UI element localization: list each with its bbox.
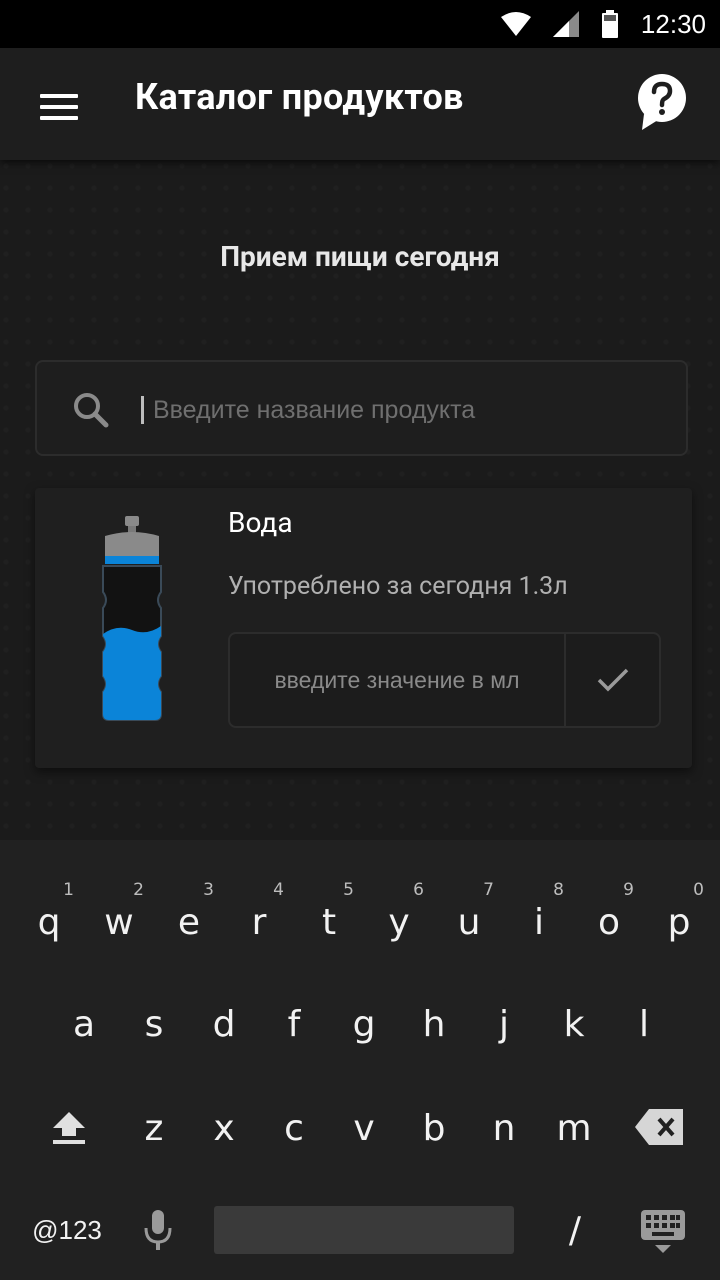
key-w[interactable]: 2w: [84, 840, 154, 943]
page-title: Каталог продуктов: [135, 76, 464, 118]
microphone-key[interactable]: [138, 1206, 178, 1254]
confirm-button[interactable]: [564, 634, 659, 726]
key-i[interactable]: 8i: [504, 840, 574, 943]
symbols-key[interactable]: @123: [24, 1206, 110, 1254]
slash-key[interactable]: /: [550, 1206, 600, 1254]
backspace-icon: [635, 1109, 683, 1145]
key-h[interactable]: h: [399, 1000, 469, 1100]
key-x[interactable]: x: [189, 1104, 259, 1204]
section-title: Прием пищи сегодня: [220, 240, 500, 273]
cell-signal-icon: [552, 11, 579, 37]
content-area: Прием пищи сегодня Вода Употреблено за с…: [0, 160, 720, 840]
key-v[interactable]: v: [329, 1104, 399, 1204]
product-card: Вода Употреблено за сегодня 1.3л: [35, 488, 692, 768]
help-icon[interactable]: [636, 74, 688, 130]
battery-icon: [601, 10, 618, 38]
key-c[interactable]: c: [259, 1104, 329, 1204]
menu-icon[interactable]: [40, 94, 78, 120]
water-bottle-icon: [102, 516, 162, 721]
search-box[interactable]: [35, 360, 688, 456]
product-name: Вода: [228, 506, 293, 539]
key-r[interactable]: 4r: [224, 840, 294, 943]
search-icon: [74, 393, 109, 428]
key-z[interactable]: z: [119, 1104, 189, 1204]
key-g[interactable]: g: [329, 1000, 399, 1100]
key-u[interactable]: 7u: [434, 840, 504, 943]
amount-input[interactable]: [230, 634, 564, 726]
shift-key[interactable]: [34, 1102, 104, 1152]
microphone-icon: [144, 1210, 172, 1250]
key-n[interactable]: n: [469, 1104, 539, 1204]
key-k[interactable]: k: [539, 1000, 609, 1100]
keyboard: 1q 2w 3e 4r 5t 6y 7u 8i 9o 0p a s d f g …: [0, 840, 720, 1280]
key-d[interactable]: d: [189, 1000, 259, 1100]
key-s[interactable]: s: [119, 1000, 189, 1100]
wifi-icon: [500, 12, 531, 36]
status-time: 12:30: [640, 8, 706, 39]
app-bar: Каталог продуктов: [0, 48, 720, 160]
key-t[interactable]: 5t: [294, 840, 364, 943]
space-key[interactable]: [214, 1206, 514, 1254]
key-j[interactable]: j: [469, 1000, 539, 1100]
backspace-key[interactable]: [630, 1104, 690, 1150]
key-l[interactable]: l: [609, 1000, 679, 1100]
keyboard-hide-icon: [641, 1210, 685, 1253]
text-cursor: [141, 396, 144, 424]
consumed-today-text: Употреблено за сегодня 1.3л: [228, 572, 568, 601]
checkmark-icon: [597, 668, 628, 692]
key-p[interactable]: 0p: [644, 840, 714, 943]
key-q[interactable]: 1q: [14, 840, 84, 943]
status-bar: 12:30: [0, 0, 720, 48]
key-m[interactable]: m: [539, 1104, 609, 1204]
key-a[interactable]: a: [49, 1000, 119, 1100]
key-f[interactable]: f: [259, 1000, 329, 1100]
key-o[interactable]: 9o: [574, 840, 644, 943]
search-input[interactable]: [153, 386, 653, 434]
key-y[interactable]: 6y: [364, 840, 434, 943]
key-b[interactable]: b: [399, 1104, 469, 1204]
hide-keyboard-key[interactable]: [638, 1208, 688, 1256]
shift-icon: [53, 1112, 85, 1144]
amount-field-container: [228, 632, 661, 728]
key-e[interactable]: 3e: [154, 840, 224, 943]
